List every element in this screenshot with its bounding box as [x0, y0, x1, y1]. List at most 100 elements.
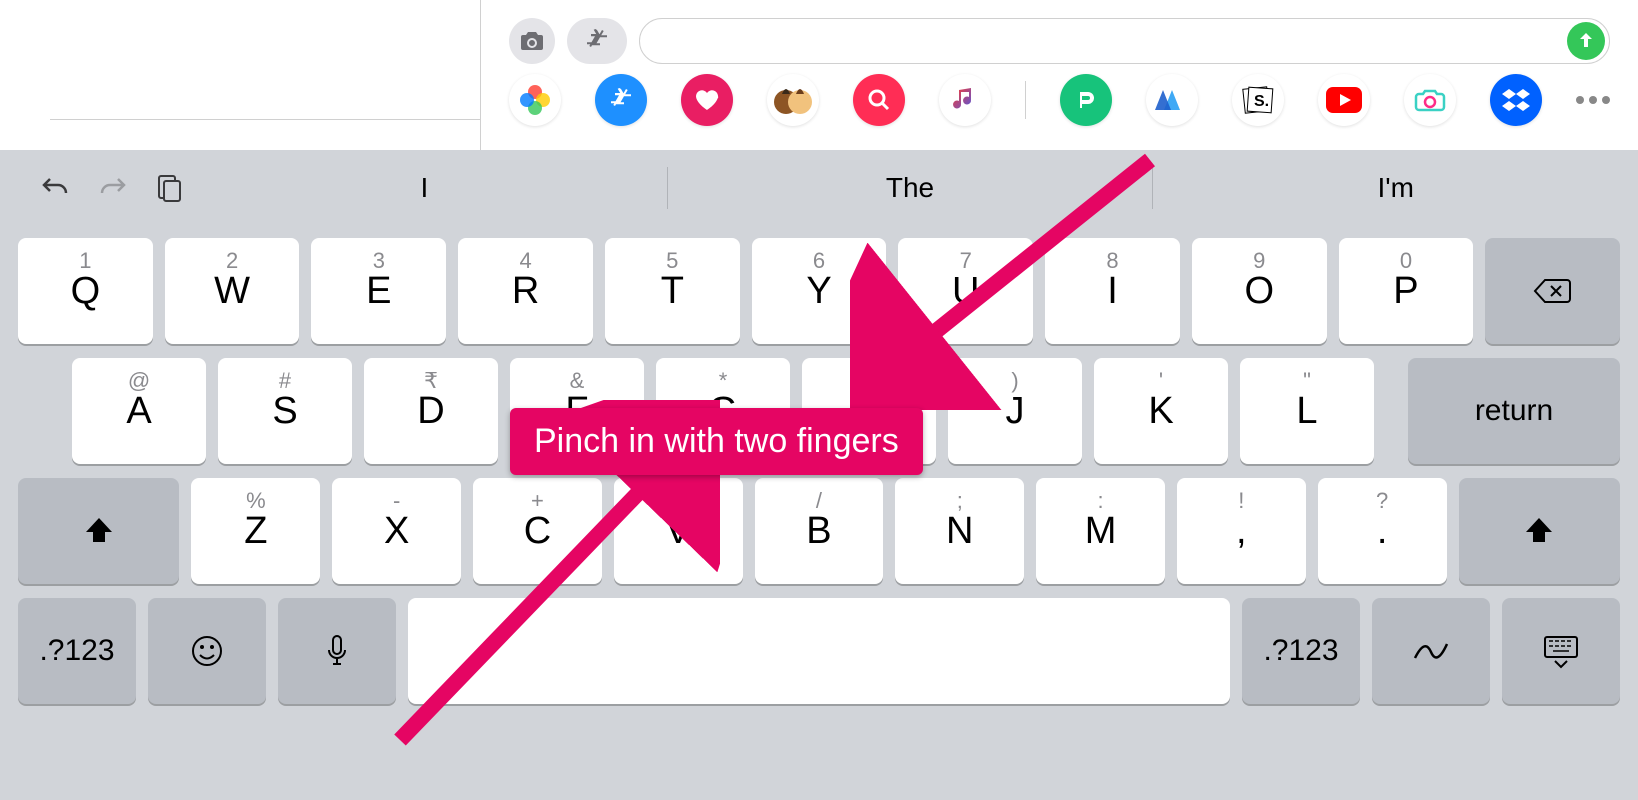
camera-color-app-icon[interactable]	[1404, 74, 1456, 126]
return-key[interactable]: return	[1408, 358, 1620, 464]
backspace-key[interactable]	[1485, 238, 1620, 344]
music-app-icon[interactable]	[939, 74, 991, 126]
send-button[interactable]	[1567, 22, 1605, 60]
key-main: A	[126, 390, 151, 433]
camera-button[interactable]	[509, 18, 555, 64]
divider	[50, 119, 480, 120]
youtube-app-icon[interactable]	[1318, 74, 1370, 126]
strip-divider	[1025, 81, 1026, 119]
key-q[interactable]: 1Q	[18, 238, 153, 344]
key-main: E	[366, 270, 391, 313]
space-key[interactable]	[408, 598, 1230, 704]
key-secondary: 4	[519, 248, 531, 274]
key-secondary: 0	[1400, 248, 1412, 274]
key-main: I	[1107, 270, 1118, 313]
key-w[interactable]: 2W	[165, 238, 300, 344]
key-main: N	[946, 510, 973, 553]
emoji-key[interactable]	[148, 598, 266, 704]
key-i[interactable]: 8I	[1045, 238, 1180, 344]
key-x[interactable]: -X	[332, 478, 461, 584]
dismiss-keyboard-key[interactable]	[1502, 598, 1620, 704]
key-secondary: @	[128, 368, 150, 394]
key-main: K	[1148, 390, 1173, 433]
redo-button[interactable]	[98, 173, 128, 203]
key-main: Y	[806, 270, 831, 313]
memoji-app-icon[interactable]	[767, 74, 819, 126]
key-secondary: 1	[79, 248, 91, 274]
blue-triangle-app-icon[interactable]	[1146, 74, 1198, 126]
key-period[interactable]: ?.	[1318, 478, 1447, 584]
shift-key-left[interactable]	[18, 478, 179, 584]
key-secondary: -	[393, 488, 400, 514]
key-c[interactable]: +C	[473, 478, 602, 584]
apps-button[interactable]	[567, 18, 627, 64]
key-secondary: ₹	[424, 368, 438, 394]
key-secondary: !	[1238, 488, 1244, 514]
key-main: C	[524, 510, 551, 553]
key-main: Z	[244, 510, 267, 553]
numeric-key[interactable]: .?123	[18, 598, 136, 704]
key-secondary: '	[1159, 368, 1163, 394]
keyboard: I The I'm 1Q2W3E4R5T6Y7U8I9O0P @A#S₹D&F*…	[0, 150, 1638, 800]
key-j[interactable]: )J	[948, 358, 1082, 464]
key-b[interactable]: /B	[755, 478, 884, 584]
key-comma[interactable]: !,	[1177, 478, 1306, 584]
key-a[interactable]: @A	[72, 358, 206, 464]
key-e[interactable]: 3E	[311, 238, 446, 344]
key-main: U	[952, 270, 979, 313]
key-secondary: "	[1303, 368, 1311, 394]
suggestion-1[interactable]: The	[668, 160, 1153, 216]
numeric-key-right[interactable]: .?123	[1242, 598, 1360, 704]
clipboard-button[interactable]	[156, 173, 182, 203]
key-main: R	[512, 270, 539, 313]
green-app-icon[interactable]	[1060, 74, 1112, 126]
suggestion-2[interactable]: I'm	[1153, 160, 1638, 216]
key-main: D	[417, 390, 444, 433]
suggestions-bar: I The I'm	[182, 160, 1638, 216]
key-main: P	[1393, 270, 1418, 313]
key-main: J	[1006, 390, 1025, 433]
key-secondary: )	[1011, 368, 1018, 394]
appstore-app-icon[interactable]	[595, 74, 647, 126]
key-main: T	[661, 270, 684, 313]
dropbox-app-icon[interactable]	[1490, 74, 1542, 126]
key-secondary: 2	[226, 248, 238, 274]
key-main: M	[1085, 510, 1117, 553]
key-m[interactable]: :M	[1036, 478, 1165, 584]
story-app-icon[interactable]: S.	[1232, 74, 1284, 126]
key-z[interactable]: %Z	[191, 478, 320, 584]
message-input[interactable]	[639, 18, 1610, 64]
dictation-key[interactable]	[278, 598, 396, 704]
key-l[interactable]: "L	[1240, 358, 1374, 464]
key-secondary: ?	[1376, 488, 1388, 514]
svg-text:S.: S.	[1254, 93, 1269, 110]
key-main: W	[214, 270, 250, 313]
key-r[interactable]: 4R	[458, 238, 593, 344]
key-v[interactable]: =V	[614, 478, 743, 584]
key-s[interactable]: #S	[218, 358, 352, 464]
key-k[interactable]: 'K	[1094, 358, 1228, 464]
search-app-icon[interactable]	[853, 74, 905, 126]
shift-key-right[interactable]	[1459, 478, 1620, 584]
undo-button[interactable]	[40, 173, 70, 203]
key-d[interactable]: ₹D	[364, 358, 498, 464]
key-secondary: 6	[813, 248, 825, 274]
key-o[interactable]: 9O	[1192, 238, 1327, 344]
photos-app-icon[interactable]	[509, 74, 561, 126]
key-secondary: %	[246, 488, 266, 514]
heart-app-icon[interactable]	[681, 74, 733, 126]
key-n[interactable]: ;N	[895, 478, 1024, 584]
suggestion-0[interactable]: I	[182, 160, 667, 216]
key-u[interactable]: 7U	[898, 238, 1033, 344]
key-y[interactable]: 6Y	[752, 238, 887, 344]
key-secondary: =	[672, 488, 685, 514]
key-secondary: 7	[960, 248, 972, 274]
key-secondary: 3	[373, 248, 385, 274]
more-apps-button[interactable]	[1576, 96, 1610, 104]
key-t[interactable]: 5T	[605, 238, 740, 344]
key-secondary: ;	[957, 488, 963, 514]
key-main: ,	[1236, 510, 1247, 553]
key-p[interactable]: 0P	[1339, 238, 1474, 344]
handwriting-key[interactable]	[1372, 598, 1490, 704]
return-label: return	[1475, 394, 1553, 428]
